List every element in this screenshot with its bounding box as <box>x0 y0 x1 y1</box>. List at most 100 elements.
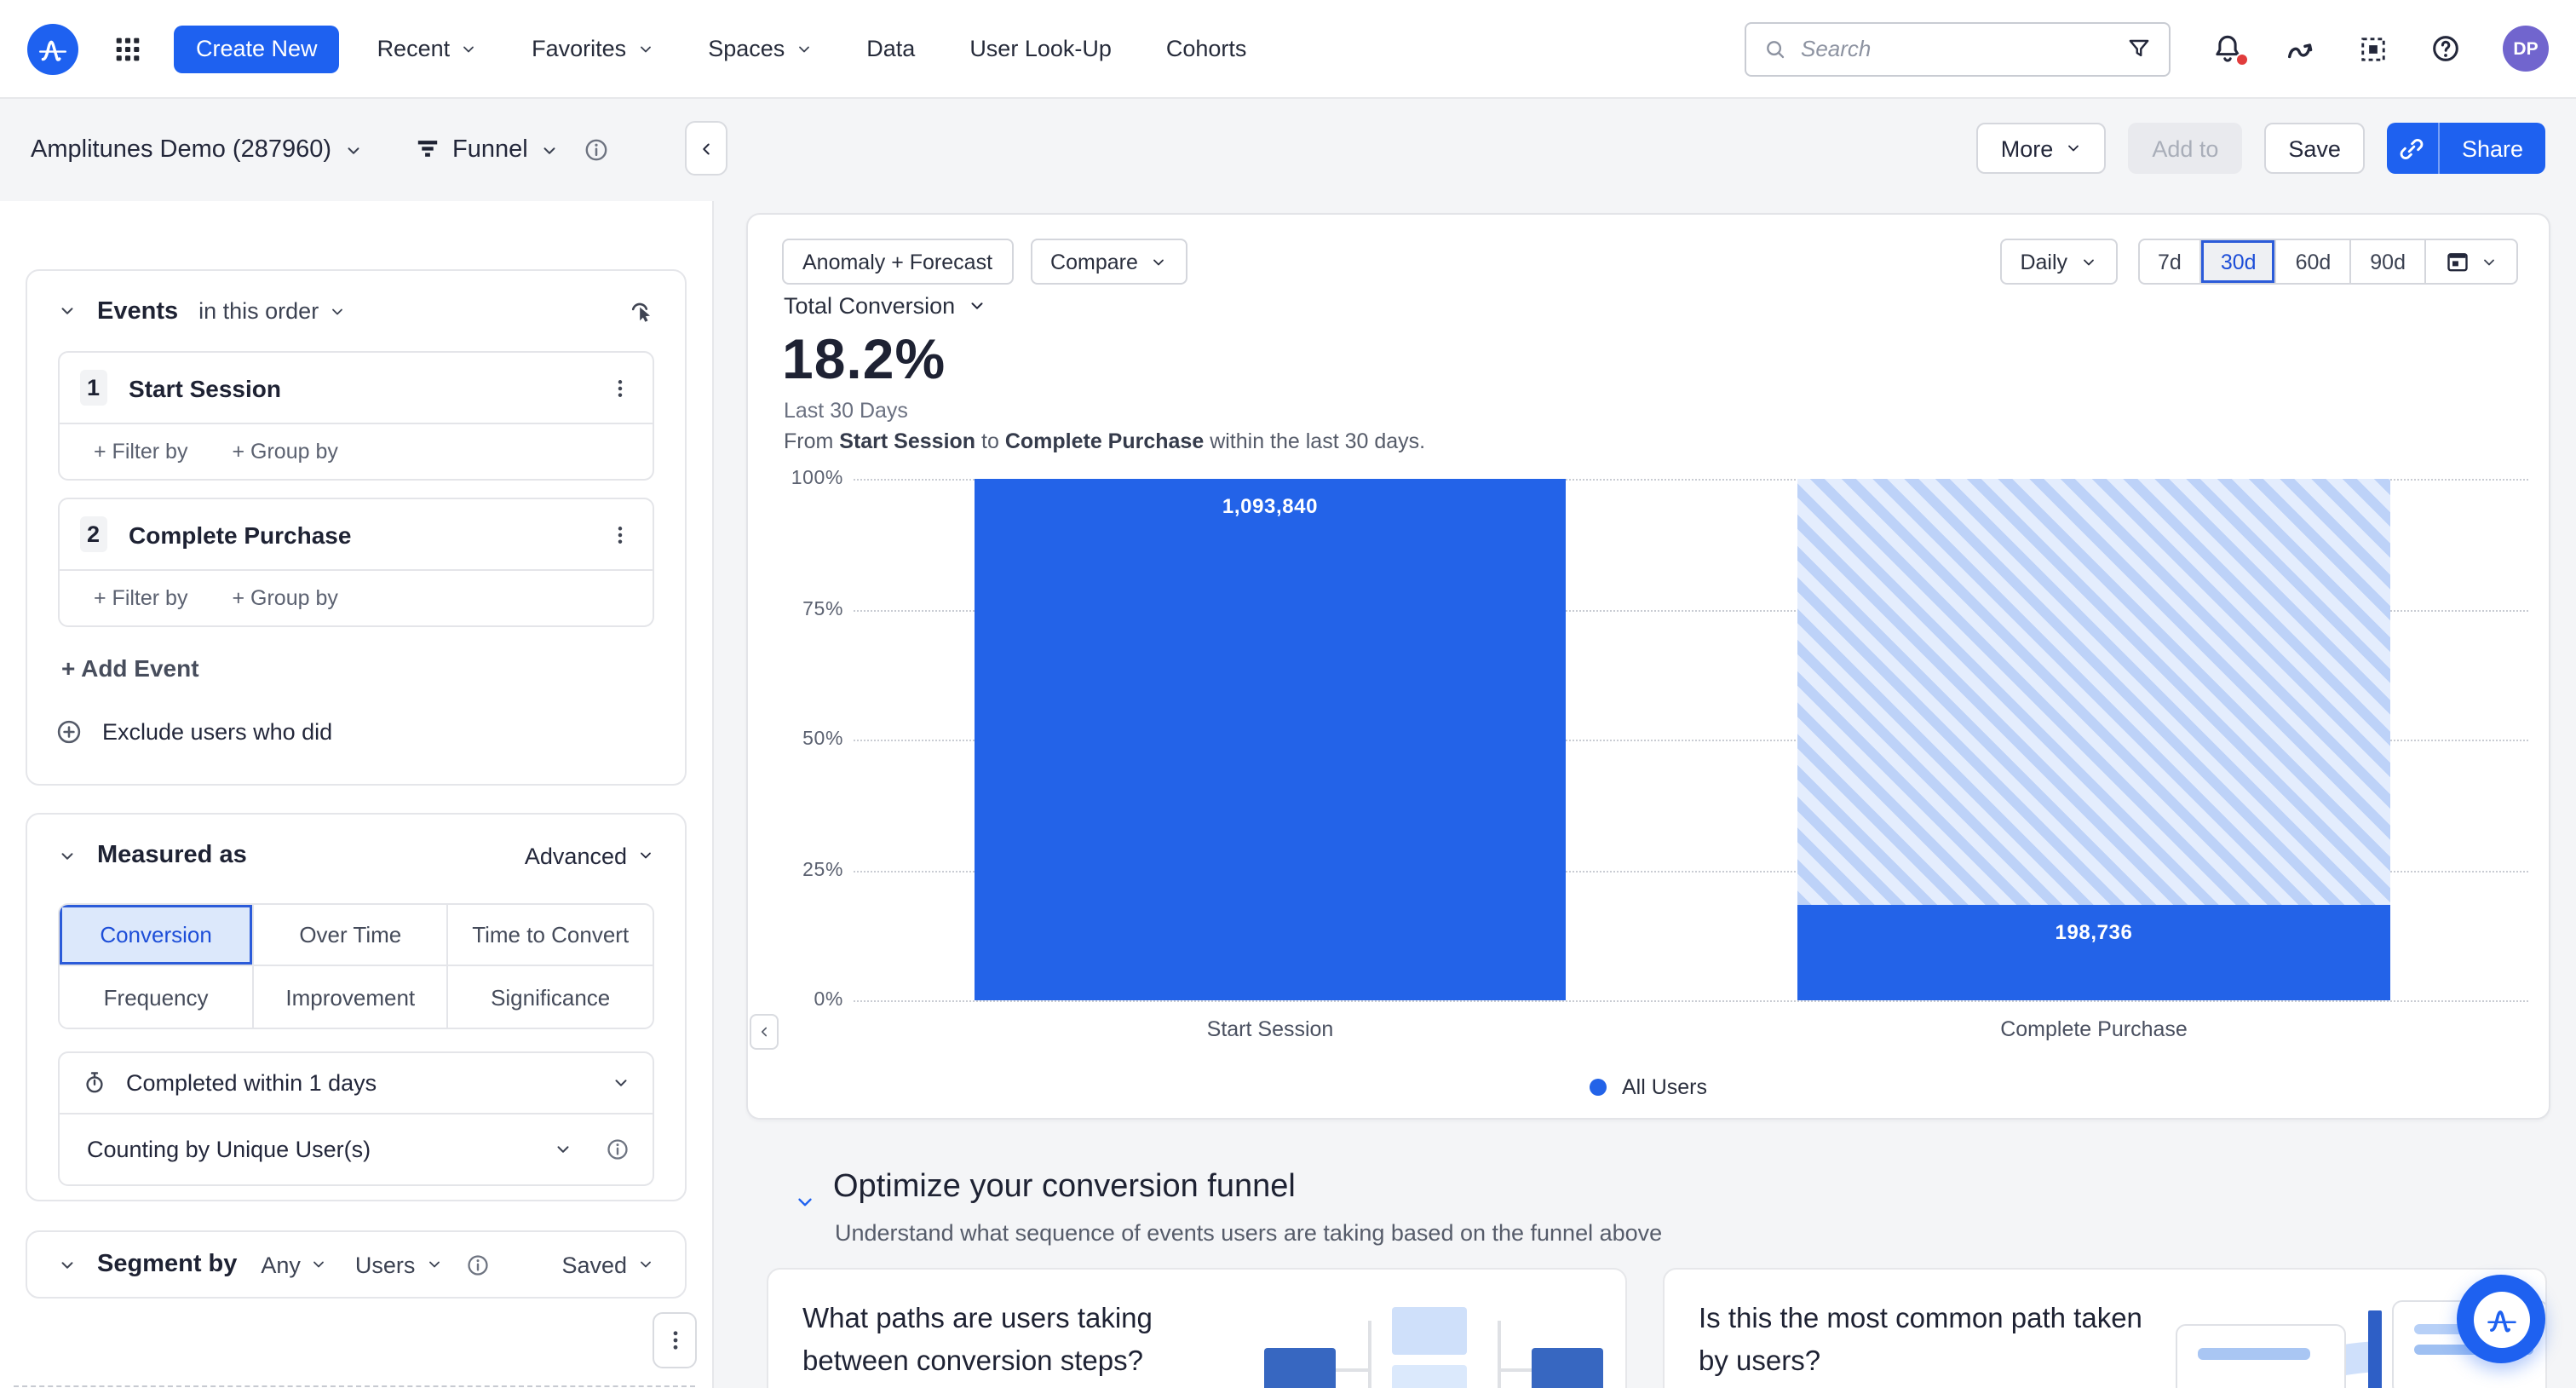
add-to-button[interactable]: Add to <box>2128 123 2242 174</box>
nav-item-favorites[interactable]: Favorites <box>532 36 653 61</box>
segment-saved-selector[interactable]: Saved <box>561 1252 654 1277</box>
mode-over-time[interactable]: Over Time <box>254 905 448 966</box>
event-card-2[interactable]: 2 Complete Purchase + Filter by + Group … <box>58 498 654 627</box>
nav-item-spaces[interactable]: Spaces <box>708 36 812 61</box>
amplitude-logo[interactable] <box>27 23 78 74</box>
event-order-selector[interactable]: in this order <box>198 298 346 324</box>
nav-item-label: Data <box>866 36 915 61</box>
measured-as-title: Measured as <box>97 842 247 869</box>
group-by-link[interactable]: + Group by <box>232 586 337 610</box>
nav-item-data[interactable]: Data <box>866 36 915 61</box>
mode-conversion[interactable]: Conversion <box>60 905 254 966</box>
kebab-menu-icon[interactable] <box>608 376 632 400</box>
range-60d[interactable]: 60d <box>2275 240 2350 283</box>
pathfinder-button[interactable] <box>2285 32 2317 65</box>
mode-time-to-convert[interactable]: Time to Convert <box>448 905 653 966</box>
measured-panel-header: Measured as Advanced <box>27 815 685 896</box>
segment-any-selector[interactable]: Any <box>261 1252 328 1277</box>
notifications-button[interactable] <box>2211 32 2244 65</box>
y-tick-0: 0% <box>758 990 843 1011</box>
search-input[interactable] <box>1801 36 2113 61</box>
insights-collapse-chevron-icon[interactable] <box>794 1191 816 1213</box>
chart-type-selector[interactable]: Funnel <box>413 136 559 164</box>
funnel-bar-complete-purchase[interactable]: 198,736 Complete Purchase <box>1797 479 2390 1000</box>
insights-subtitle: Understand what sequence of events users… <box>835 1220 1662 1246</box>
range-calendar[interactable] <box>2424 240 2516 283</box>
measurement-options: Completed within 1 days Counting by Uniq… <box>58 1051 654 1186</box>
event-name[interactable]: Complete Purchase <box>129 521 351 548</box>
dashed-square-icon <box>2358 33 2389 64</box>
project-name: Amplitunes Demo (287960) <box>31 136 331 164</box>
info-icon[interactable] <box>605 1137 630 1162</box>
add-event-button[interactable]: + Add Event <box>61 654 685 682</box>
collapse-chevron-icon[interactable] <box>58 1255 77 1274</box>
nav-item-label: Favorites <box>532 36 626 61</box>
range-90d[interactable]: 90d <box>2349 240 2424 283</box>
project-selector[interactable]: Amplitunes Demo (287960) <box>31 136 362 164</box>
amplitude-fab[interactable] <box>2457 1275 2545 1363</box>
chevron-down-icon <box>1150 253 1167 270</box>
insight-card-common-path[interactable]: Is this the most common path taken by us… <box>1663 1268 2547 1388</box>
metric-selector[interactable]: Total Conversion <box>784 293 986 319</box>
segment-saved-label: Saved <box>561 1252 627 1277</box>
counting-by-row[interactable]: Counting by Unique User(s) <box>60 1113 653 1184</box>
share-button[interactable]: Share <box>2440 123 2545 174</box>
range-30d[interactable]: 30d <box>2200 240 2275 283</box>
notification-dot <box>2235 53 2249 66</box>
event-card-1[interactable]: 1 Start Session + Filter by + Group by <box>58 351 654 481</box>
select-region-button[interactable] <box>2358 33 2389 64</box>
nav-item-user-look-up[interactable]: User Look-Up <box>969 36 1112 61</box>
group-by-link[interactable]: + Group by <box>232 440 337 464</box>
filter-by-link[interactable]: + Filter by <box>94 586 187 610</box>
avatar[interactable]: DP <box>2503 26 2549 72</box>
chevron-down-icon <box>637 1256 654 1273</box>
more-button[interactable]: More <box>1977 123 2107 174</box>
segment-users-selector[interactable]: Users <box>355 1252 443 1277</box>
advanced-selector[interactable]: Advanced <box>525 843 654 868</box>
search-filter-icon[interactable] <box>2126 36 2152 61</box>
metric-description: From Start Session to Complete Purchase … <box>784 429 1425 453</box>
funnel-plot-area: 1,093,840 Start Session 198,736 Complete… <box>854 479 2528 1000</box>
copy-link-button[interactable] <box>2387 123 2440 174</box>
chevron-down-icon <box>460 40 477 57</box>
conversion-window-row[interactable]: Completed within 1 days <box>60 1053 653 1113</box>
kebab-menu-icon[interactable] <box>608 522 632 546</box>
converted-bar[interactable]: 1,093,840 <box>975 479 1566 1000</box>
granularity-selector[interactable]: Daily <box>1999 239 2117 285</box>
info-icon[interactable] <box>464 1252 490 1277</box>
y-tick-50: 50% <box>758 729 843 750</box>
help-button[interactable] <box>2429 32 2462 65</box>
amplitude-app: Create New Recent Favorites Spaces Data … <box>0 0 2576 1388</box>
info-icon[interactable] <box>583 136 610 164</box>
insight-card-paths[interactable]: What paths are users taking between conv… <box>767 1268 1627 1388</box>
exclude-users-button[interactable]: Exclude users who did <box>55 717 685 746</box>
mode-significance[interactable]: Significance <box>448 966 653 1028</box>
anomaly-forecast-button[interactable]: Anomaly + Forecast <box>782 239 1013 285</box>
mode-frequency[interactable]: Frequency <box>60 966 254 1028</box>
app-grid-icon[interactable] <box>112 33 143 64</box>
sidebar-kebab-button[interactable] <box>653 1312 697 1368</box>
search-box[interactable] <box>1745 21 2171 76</box>
sidebar-collapse-button[interactable] <box>685 121 727 176</box>
event-name[interactable]: Start Session <box>129 374 281 401</box>
mode-improvement[interactable]: Improvement <box>254 966 448 1028</box>
chart-collapse-button[interactable] <box>750 1014 779 1050</box>
collapse-chevron-icon[interactable] <box>58 846 77 865</box>
filter-by-link[interactable]: + Filter by <box>94 440 187 464</box>
left-sidebar: Events in this order 1 Start Session + F… <box>0 201 714 1388</box>
save-button[interactable]: Save <box>2264 123 2365 174</box>
pointer-click-icon[interactable] <box>625 297 654 325</box>
funnel-bar-start-session[interactable]: 1,093,840 Start Session <box>975 479 1566 1000</box>
create-new-button[interactable]: Create New <box>174 25 340 72</box>
chevron-left-icon <box>756 1024 772 1040</box>
converted-bar[interactable]: 198,736 <box>1797 906 2390 1000</box>
nav-item-recent[interactable]: Recent <box>377 36 478 61</box>
legend-dot <box>1590 1079 1607 1096</box>
chart-legend[interactable]: All Users <box>748 1075 2549 1099</box>
nav-item-cohorts[interactable]: Cohorts <box>1166 36 1247 61</box>
journey-mini-card <box>2176 1324 2346 1388</box>
compare-button[interactable]: Compare <box>1030 239 1187 285</box>
search-icon <box>1763 37 1787 60</box>
range-7d[interactable]: 7d <box>2139 240 2200 283</box>
collapse-chevron-icon[interactable] <box>58 302 77 320</box>
